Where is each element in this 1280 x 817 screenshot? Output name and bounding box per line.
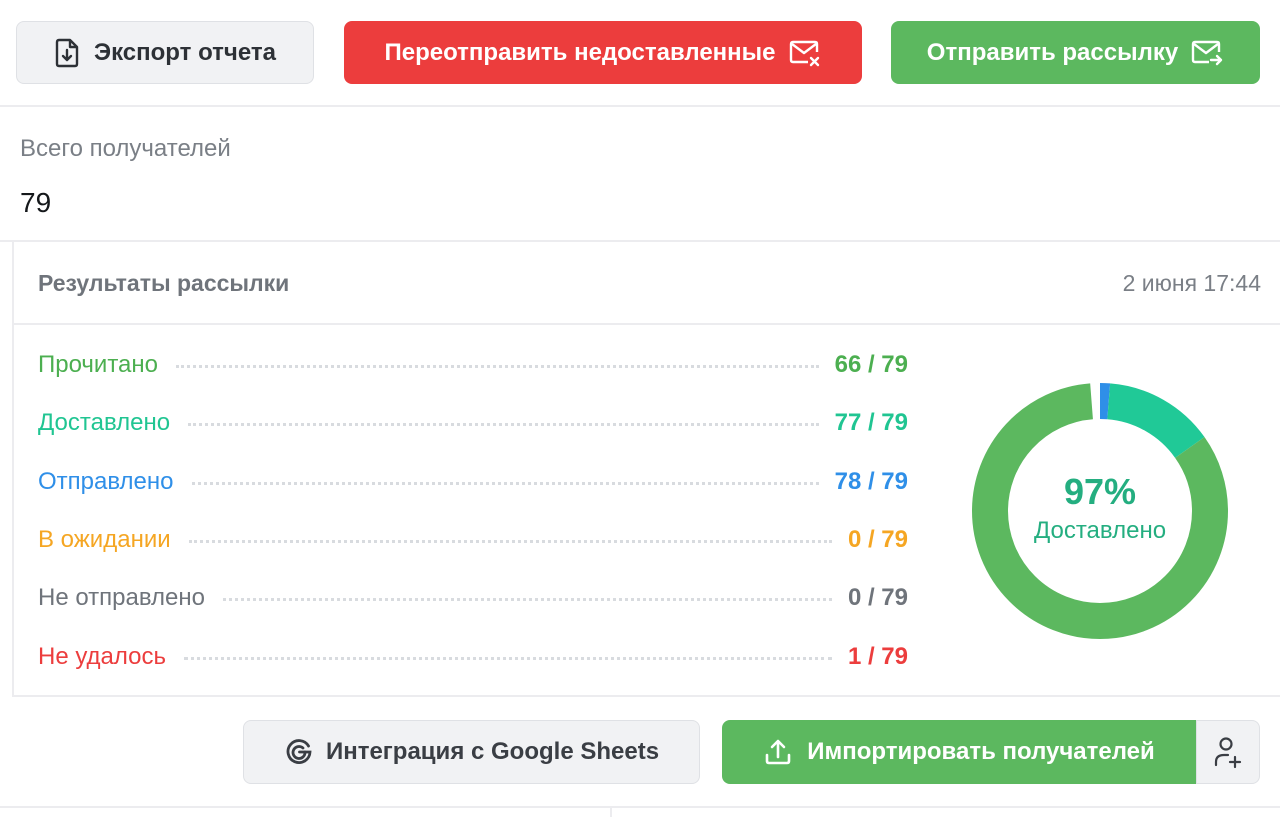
stat-row-not-sent: Не отправлено 0 / 79 — [38, 578, 908, 618]
mail-send-icon — [1190, 38, 1224, 68]
google-sheets-integration-button[interactable]: Интеграция с Google Sheets — [243, 720, 700, 784]
export-report-button[interactable]: Экспорт отчета — [16, 21, 314, 84]
stat-row-delivered: Доставлено 77 / 79 — [38, 403, 908, 443]
google-sheets-integration-label: Интеграция с Google Sheets — [325, 738, 660, 765]
stat-label: Не удалось — [38, 643, 167, 670]
stat-label: Отправлено — [38, 468, 174, 495]
stat-row-read: Прочитано 66 / 79 — [38, 345, 908, 385]
stat-label: Не отправлено — [38, 584, 206, 611]
mail-x-icon — [788, 38, 822, 68]
import-recipients-button[interactable]: Импортировать получателей — [722, 720, 1196, 784]
resend-undelivered-label: Переотправить недоставленные — [384, 38, 776, 66]
results-header: Результаты рассылки 2 июня 17:44 — [14, 242, 1280, 325]
google-icon — [284, 737, 314, 767]
stat-label: В ожидании — [38, 526, 171, 553]
total-recipients-section: Всего получателей 79 — [0, 107, 1280, 242]
donut-percent: 97% — [1063, 471, 1137, 512]
mailing-results-panel: Результаты рассылки 2 июня 17:44 Прочита… — [12, 242, 1280, 697]
stat-value: 0 / 79 — [847, 584, 908, 611]
column-divider — [610, 808, 612, 817]
mailing-results-page: Экспорт отчета Переотправить недоставлен… — [0, 0, 1280, 817]
resend-undelivered-button[interactable]: Переотправить недоставленные — [344, 21, 862, 84]
stat-label: Прочитано — [38, 351, 158, 378]
file-download-icon — [54, 38, 80, 68]
stat-value: 77 / 79 — [834, 409, 908, 436]
stat-row-sent: Отправлено 78 / 79 — [38, 462, 908, 502]
dotted-leader — [184, 656, 832, 660]
dotted-leader — [188, 539, 832, 543]
user-plus-icon — [1213, 735, 1243, 769]
stat-value: 66 / 79 — [834, 351, 908, 378]
results-date: 2 июня 17:44 — [1122, 270, 1261, 296]
total-recipients-value: 79 — [20, 187, 52, 218]
import-recipients-label: Импортировать получателей — [807, 738, 1155, 765]
stat-value: 1 / 79 — [847, 643, 908, 670]
upload-icon — [763, 737, 793, 767]
stat-value: 0 / 79 — [847, 526, 908, 553]
send-mailing-label: Отправить рассылку — [926, 38, 1179, 66]
stat-row-pending: В ожидании 0 / 79 — [38, 520, 908, 560]
send-mailing-button[interactable]: Отправить рассылку — [891, 21, 1260, 84]
donut-caption: Доставлено — [1033, 517, 1167, 544]
total-recipients-label: Всего получателей — [20, 135, 231, 162]
export-report-label: Экспорт отчета — [94, 38, 276, 66]
delivery-donut-chart: 97% Доставлено — [970, 381, 1230, 641]
results-title: Результаты рассылки — [38, 270, 290, 296]
dotted-leader — [223, 597, 832, 601]
stat-value: 78 / 79 — [834, 468, 908, 495]
dotted-leader — [191, 481, 819, 485]
add-recipient-button[interactable] — [1196, 720, 1260, 784]
top-toolbar: Экспорт отчета Переотправить недоставлен… — [0, 0, 1280, 107]
bottom-divider — [0, 806, 1280, 817]
stat-row-failed: Не удалось 1 / 79 — [38, 637, 908, 677]
dotted-leader — [176, 364, 819, 368]
dotted-leader — [188, 422, 819, 426]
stat-label: Доставлено — [38, 409, 171, 436]
